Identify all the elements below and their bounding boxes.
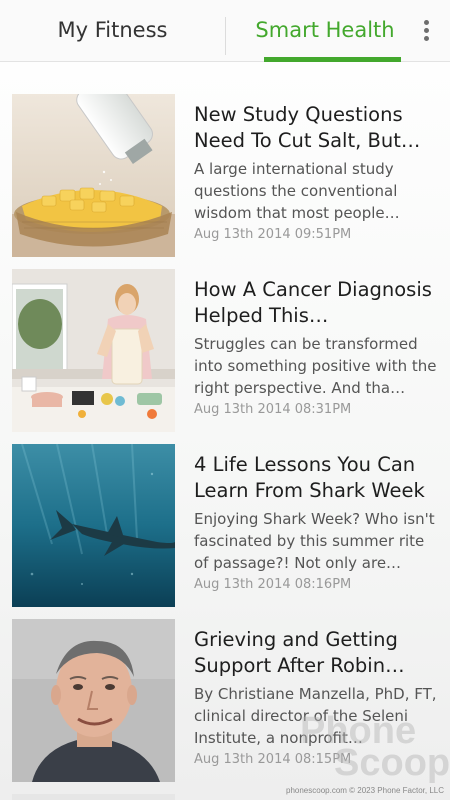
article-description: Enjoying Shark Week? Who isn't fascinate…: [194, 510, 435, 572]
top-tab-bar: My Fitness Smart Health: [0, 0, 450, 62]
tab-divider: [225, 17, 226, 55]
article-card[interactable]: How A Cancer Diagnosis Helped This… Stru…: [12, 269, 442, 432]
footer-credit: phonescoop.com © 2023 Phone Factor, LLC: [286, 786, 444, 795]
tab-smart-health-label: Smart Health: [255, 18, 395, 42]
article-description: A large international study questions th…: [194, 160, 400, 222]
article-description: Struggles can be transformed into someth…: [194, 335, 437, 397]
menu-dot: [424, 36, 429, 41]
tab-my-fitness[interactable]: My Fitness: [0, 0, 225, 62]
watermark-logo: Phone Scoop: [300, 712, 450, 785]
article-title: New Study Questions Need To Cut Salt, Bu…: [194, 103, 421, 152]
article-date: Aug 13th 2014 09:51PM: [194, 227, 352, 242]
woman-cooking-image: [12, 269, 175, 432]
article-title: 4 Life Lessons You Can Learn From Shark …: [194, 453, 425, 502]
overflow-menu-icon[interactable]: [414, 14, 440, 48]
article-thumbnail: [12, 94, 175, 257]
article-thumbnail: [12, 269, 175, 432]
article-list[interactable]: New Study Questions Need To Cut Salt, Bu…: [0, 62, 450, 800]
menu-dot: [424, 28, 429, 33]
article-title: How A Cancer Diagnosis Helped This…: [194, 278, 432, 327]
salt-potatoes-image: [12, 94, 175, 257]
article-title: Grieving and Getting Support After Robin…: [194, 628, 405, 677]
article-date: Aug 13th 2014 08:31PM: [194, 402, 352, 417]
shark-image: [12, 444, 175, 607]
article-date: Aug 13th 2014 08:16PM: [194, 577, 352, 592]
article-thumbnail: [12, 444, 175, 607]
man-portrait-image: [12, 619, 175, 782]
article-card[interactable]: New Study Questions Need To Cut Salt, Bu…: [12, 94, 442, 257]
tab-smart-health[interactable]: Smart Health: [230, 0, 420, 62]
article-card[interactable]: 4 Life Lessons You Can Learn From Shark …: [12, 444, 442, 607]
article-thumbnail: [12, 619, 175, 782]
menu-dot: [424, 20, 429, 25]
